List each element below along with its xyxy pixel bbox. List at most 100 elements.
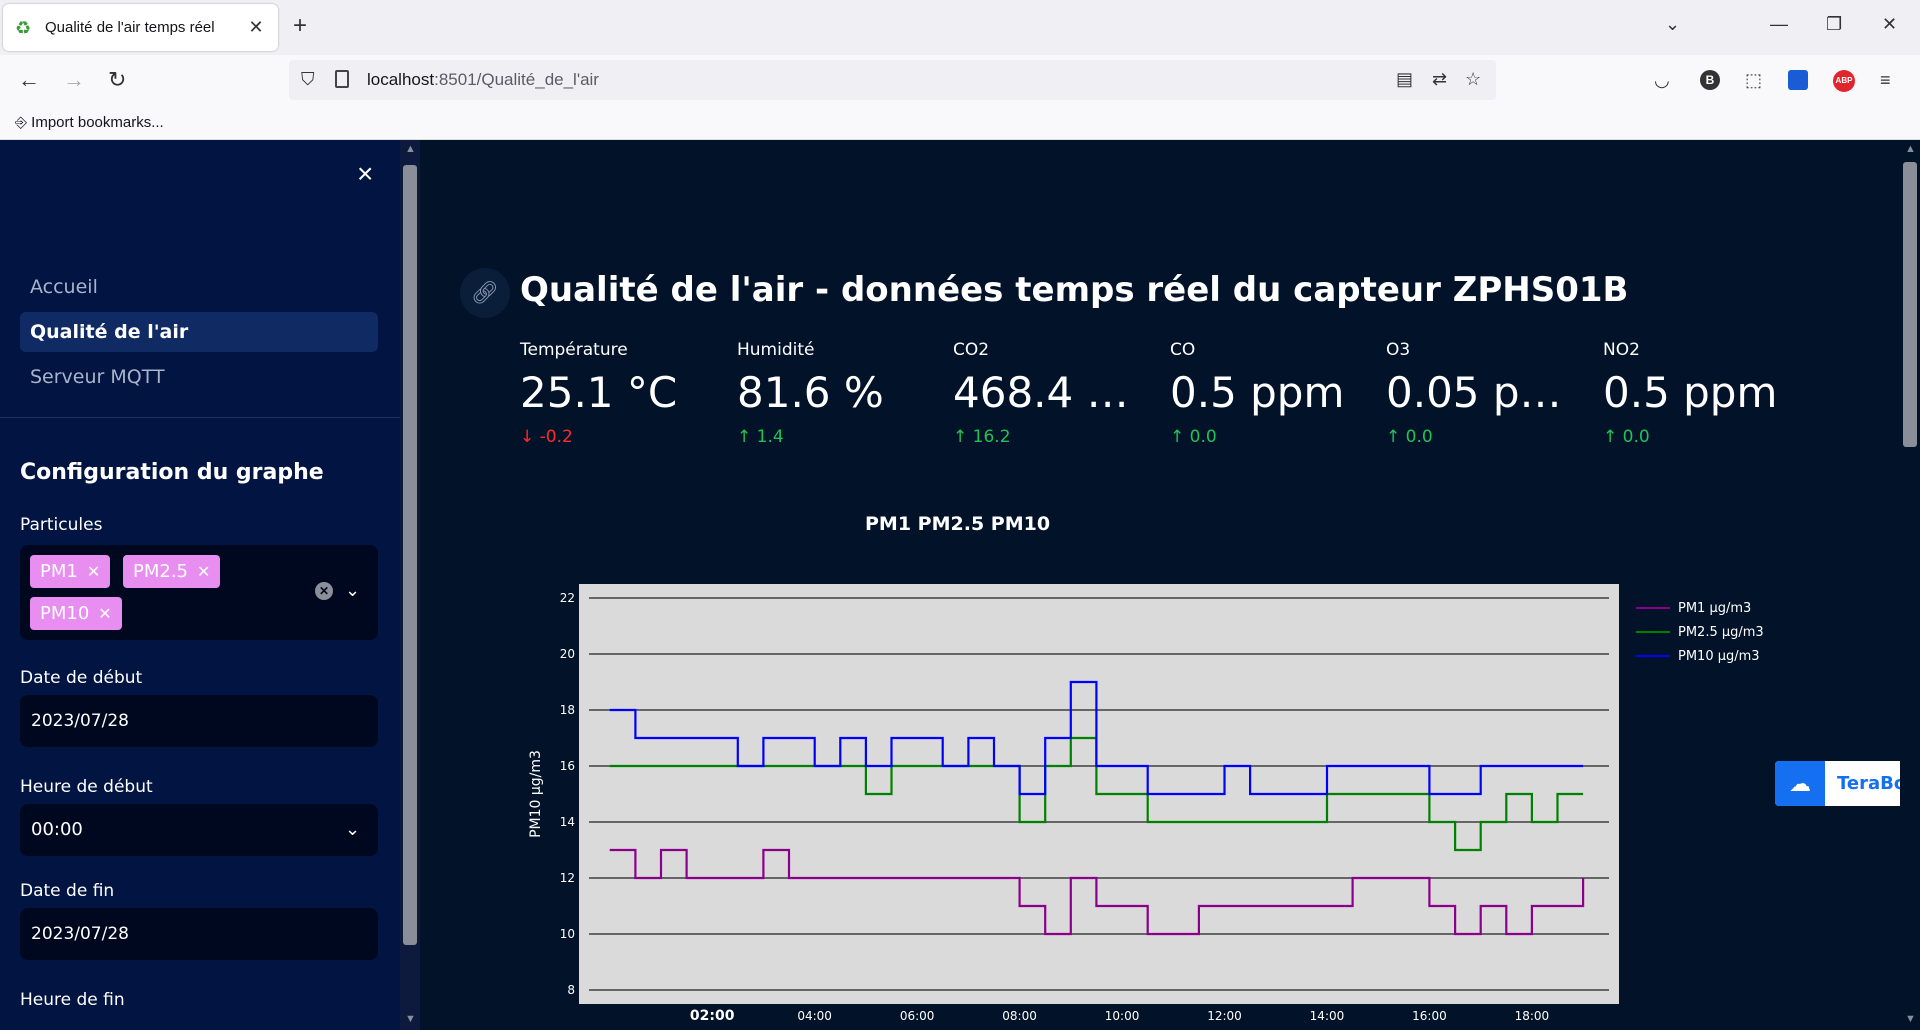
arrow-up-icon: ↑ xyxy=(1603,427,1618,447)
x-tick-label: 04:00 xyxy=(797,1009,832,1023)
metric-label: Humidité xyxy=(737,340,815,360)
back-icon[interactable]: ← xyxy=(18,67,40,93)
reload-icon[interactable]: ↻ xyxy=(108,67,126,93)
minimize-icon[interactable]: — xyxy=(1770,14,1788,35)
adblock-icon[interactable]: ABP xyxy=(1833,70,1855,92)
arrow-up-icon: ↑ xyxy=(1386,427,1401,447)
nav-qualite-air[interactable]: Qualité de l'air xyxy=(20,312,378,352)
arrow-up-icon: ↑ xyxy=(737,427,752,447)
link-icon[interactable]: 🔗︎ xyxy=(460,268,510,318)
divider xyxy=(0,417,400,418)
legend-label: PM1 µg/m3 xyxy=(1678,601,1751,616)
extensions-icon[interactable]: ⬚ xyxy=(1745,70,1762,90)
y-tick-label: 10 xyxy=(560,927,575,941)
metric-co2: CO2 468.4 p… ↑ 16.2 xyxy=(953,340,1153,447)
metric-label: Température xyxy=(520,340,628,360)
x-tick-label: 16:00 xyxy=(1412,1009,1447,1023)
scroll-up-icon[interactable]: ▲ xyxy=(405,143,416,155)
list-tabs-icon[interactable]: ⌄ xyxy=(1665,14,1680,35)
start-date-label: Date de début xyxy=(20,668,143,688)
shield-icon[interactable]: ⛉ xyxy=(301,69,315,90)
metric-temperature: Température 25.1 °C ↓ -0.2 xyxy=(520,340,720,447)
y-tick-label: 22 xyxy=(560,591,575,605)
metric-label: O3 xyxy=(1386,340,1411,360)
start-time-label: Heure de début xyxy=(20,777,153,797)
x-tick-label: 12:00 xyxy=(1207,1009,1242,1023)
metric-humidity: Humidité 81.6 % ↑ 1.4 xyxy=(737,340,937,447)
end-date-input[interactable]: 2023/07/28 xyxy=(20,908,378,960)
reader-view-icon[interactable]: ▤ xyxy=(1396,69,1413,90)
sidebar-scrollbar[interactable]: ▲ ▼ xyxy=(400,140,420,1030)
chevron-down-icon[interactable]: ⌄ xyxy=(345,804,360,856)
pm-line-chart: 8 10 12 14 16 18 20 22 02:00 04:00 06:00 08:00 10:0… xyxy=(528,584,1764,1024)
new-tab-icon[interactable]: + xyxy=(293,14,307,38)
x-tick-label: 18:00 xyxy=(1515,1009,1550,1023)
particles-multiselect[interactable]: PM1 ✕ PM2.5 ✕ PM10 ✕ ✕ ⌄ xyxy=(20,545,378,640)
metric-delta: ↑ 1.4 xyxy=(737,427,784,447)
scroll-down-icon[interactable]: ▼ xyxy=(1905,1013,1916,1025)
metric-value: 468.4 p… xyxy=(953,368,1138,417)
scroll-down-icon[interactable]: ▼ xyxy=(405,1013,416,1025)
scroll-thumb[interactable] xyxy=(403,165,417,945)
bitwarden-icon[interactable]: B xyxy=(1700,70,1720,90)
translate-icon[interactable]: ⇄ xyxy=(1432,69,1447,90)
import-bookmarks-link[interactable]: ⎆ Import bookmarks... xyxy=(15,114,164,131)
x-tick-label: 08:00 xyxy=(1002,1009,1037,1023)
extension-blue-icon[interactable] xyxy=(1788,70,1808,90)
y-tick-label: 8 xyxy=(567,983,575,997)
main-scrollbar[interactable]: ▲ ▼ xyxy=(1900,140,1920,1030)
metric-value: 0.5 ppm xyxy=(1603,368,1778,417)
config-heading: Configuration du graphe xyxy=(20,460,324,485)
nav-accueil[interactable]: Accueil xyxy=(20,267,378,307)
metric-delta: ↑ 0.0 xyxy=(1170,427,1217,447)
metric-o3: O3 0.05 ppm ↑ 0.0 xyxy=(1386,340,1586,447)
metric-delta: ↑ 16.2 xyxy=(953,427,1011,447)
metric-delta: ↑ 0.0 xyxy=(1386,427,1433,447)
close-window-icon[interactable]: ✕ xyxy=(1882,14,1897,35)
scroll-thumb[interactable] xyxy=(1903,162,1917,447)
cloud-upload-icon: ☁ xyxy=(1775,761,1825,806)
remove-chip-icon[interactable]: ✕ xyxy=(98,604,111,623)
close-sidebar-icon[interactable]: × xyxy=(357,160,373,188)
start-time-value: 00:00 xyxy=(31,819,83,840)
chip-pm25[interactable]: PM2.5 ✕ xyxy=(123,555,221,588)
y-axis-label: PM10 µg/m3 xyxy=(528,750,544,838)
metric-label: CO2 xyxy=(953,340,990,360)
x-tick-label: 14:00 xyxy=(1310,1009,1345,1023)
menu-icon[interactable]: ≡ xyxy=(1880,70,1891,90)
chip-pm10[interactable]: PM10 ✕ xyxy=(30,597,122,630)
particles-label: Particules xyxy=(20,515,103,535)
metric-value: 25.1 °C xyxy=(520,368,678,417)
end-date-label: Date de fin xyxy=(20,881,115,901)
nav-serveur-mqtt[interactable]: Serveur MQTT xyxy=(20,357,378,397)
url-text[interactable]: localhost:8501/Qualité_de_l'air xyxy=(367,70,599,90)
remove-chip-icon[interactable]: ✕ xyxy=(197,562,210,581)
clear-all-icon[interactable]: ✕ xyxy=(315,582,333,600)
chart-legend: PM1 µg/m3 PM2.5 µg/m3 PM10 µg/m3 xyxy=(1636,601,1764,664)
y-tick-labels: 8 10 12 14 16 18 20 22 xyxy=(560,591,575,997)
chevron-down-icon[interactable]: ⌄ xyxy=(345,580,360,601)
x-tick-label: 06:00 xyxy=(900,1009,935,1023)
page-icon[interactable] xyxy=(335,70,349,88)
address-bar[interactable]: ⛉ localhost:8501/Qualité_de_l'air ▤ ⇄ ☆ xyxy=(289,60,1496,100)
chart-title: PM1 PM2.5 PM10 xyxy=(865,513,1051,535)
y-tick-label: 14 xyxy=(560,815,575,829)
x-tick-labels: 02:00 04:00 06:00 08:00 10:00 12:00 14:00 16:00… xyxy=(690,1008,1549,1024)
chip-pm1[interactable]: PM1 ✕ xyxy=(30,555,111,588)
metric-co: CO 0.5 ppm ↑ 0.0 xyxy=(1170,340,1370,447)
metric-delta: ↓ -0.2 xyxy=(520,427,573,447)
terabox-label: TeraBox xyxy=(1837,773,1900,794)
terabox-widget[interactable]: ☁ TeraBox xyxy=(1775,761,1900,806)
legend-label: PM2.5 µg/m3 xyxy=(1678,625,1764,640)
scroll-up-icon[interactable]: ▲ xyxy=(1905,143,1916,155)
start-time-select[interactable]: 00:00 ⌄ xyxy=(20,804,378,856)
metric-value: 0.05 ppm xyxy=(1386,368,1571,417)
forward-icon[interactable]: → xyxy=(63,67,85,93)
start-date-input[interactable]: 2023/07/28 xyxy=(20,695,378,747)
remove-chip-icon[interactable]: ✕ xyxy=(87,562,100,581)
pocket-icon[interactable]: ◡ xyxy=(1654,70,1670,90)
restore-icon[interactable]: ❐ xyxy=(1826,14,1842,35)
close-tab-icon[interactable]: ✕ xyxy=(246,17,266,38)
browser-tab[interactable]: ♻ Qualité de l'air temps réel ✕ xyxy=(3,4,278,51)
bookmark-star-icon[interactable]: ☆ xyxy=(1465,69,1481,90)
